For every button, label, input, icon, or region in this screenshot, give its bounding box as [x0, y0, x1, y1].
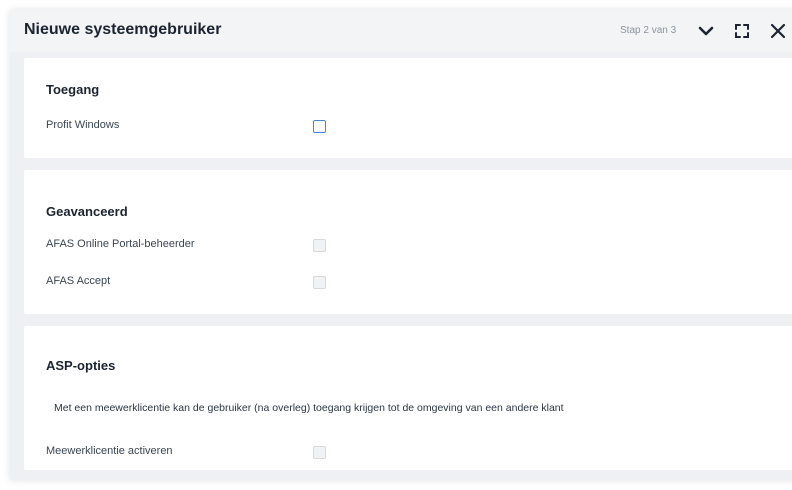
coworker-license-checkbox[interactable]: [313, 446, 326, 459]
asp-section-title: ASP-opties: [46, 358, 116, 373]
access-section: Toegang Profit Windows: [24, 58, 792, 158]
close-button[interactable]: [768, 21, 788, 41]
afas-accept-label: AFAS Accept: [46, 275, 111, 287]
access-section-title: Toegang: [46, 82, 100, 97]
asp-description: Met een meewerklicentie kan de gebruiker…: [54, 402, 564, 414]
coworker-license-label: Meewerklicentie activeren: [46, 445, 173, 457]
advanced-section: Geavanceerd AFAS Online Portal-beheerder…: [24, 170, 792, 314]
dialog-header: Nieuwe systeemgebruiker Stap 2 van 3: [10, 10, 792, 52]
afas-accept-checkbox[interactable]: [313, 276, 326, 289]
profit-windows-checkbox[interactable]: [313, 120, 326, 133]
portal-admin-checkbox[interactable]: [313, 239, 326, 252]
close-icon: [770, 23, 786, 39]
asp-options-section: ASP-opties Met een meewerklicentie kan d…: [24, 326, 792, 470]
step-indicator: Stap 2 van 3: [620, 25, 677, 36]
advanced-section-title: Geavanceerd: [46, 204, 128, 219]
portal-admin-label: AFAS Online Portal-beheerder: [46, 238, 195, 250]
profit-windows-label: Profit Windows: [46, 119, 120, 131]
maximize-button[interactable]: [732, 21, 752, 41]
maximize-icon: [735, 24, 749, 38]
chevron-down-icon: [698, 26, 714, 36]
collapse-button[interactable]: [696, 21, 716, 41]
new-system-user-dialog: Nieuwe systeemgebruiker Stap 2 van 3 Toe…: [10, 10, 792, 480]
dialog-title: Nieuwe systeemgebruiker: [24, 21, 222, 38]
